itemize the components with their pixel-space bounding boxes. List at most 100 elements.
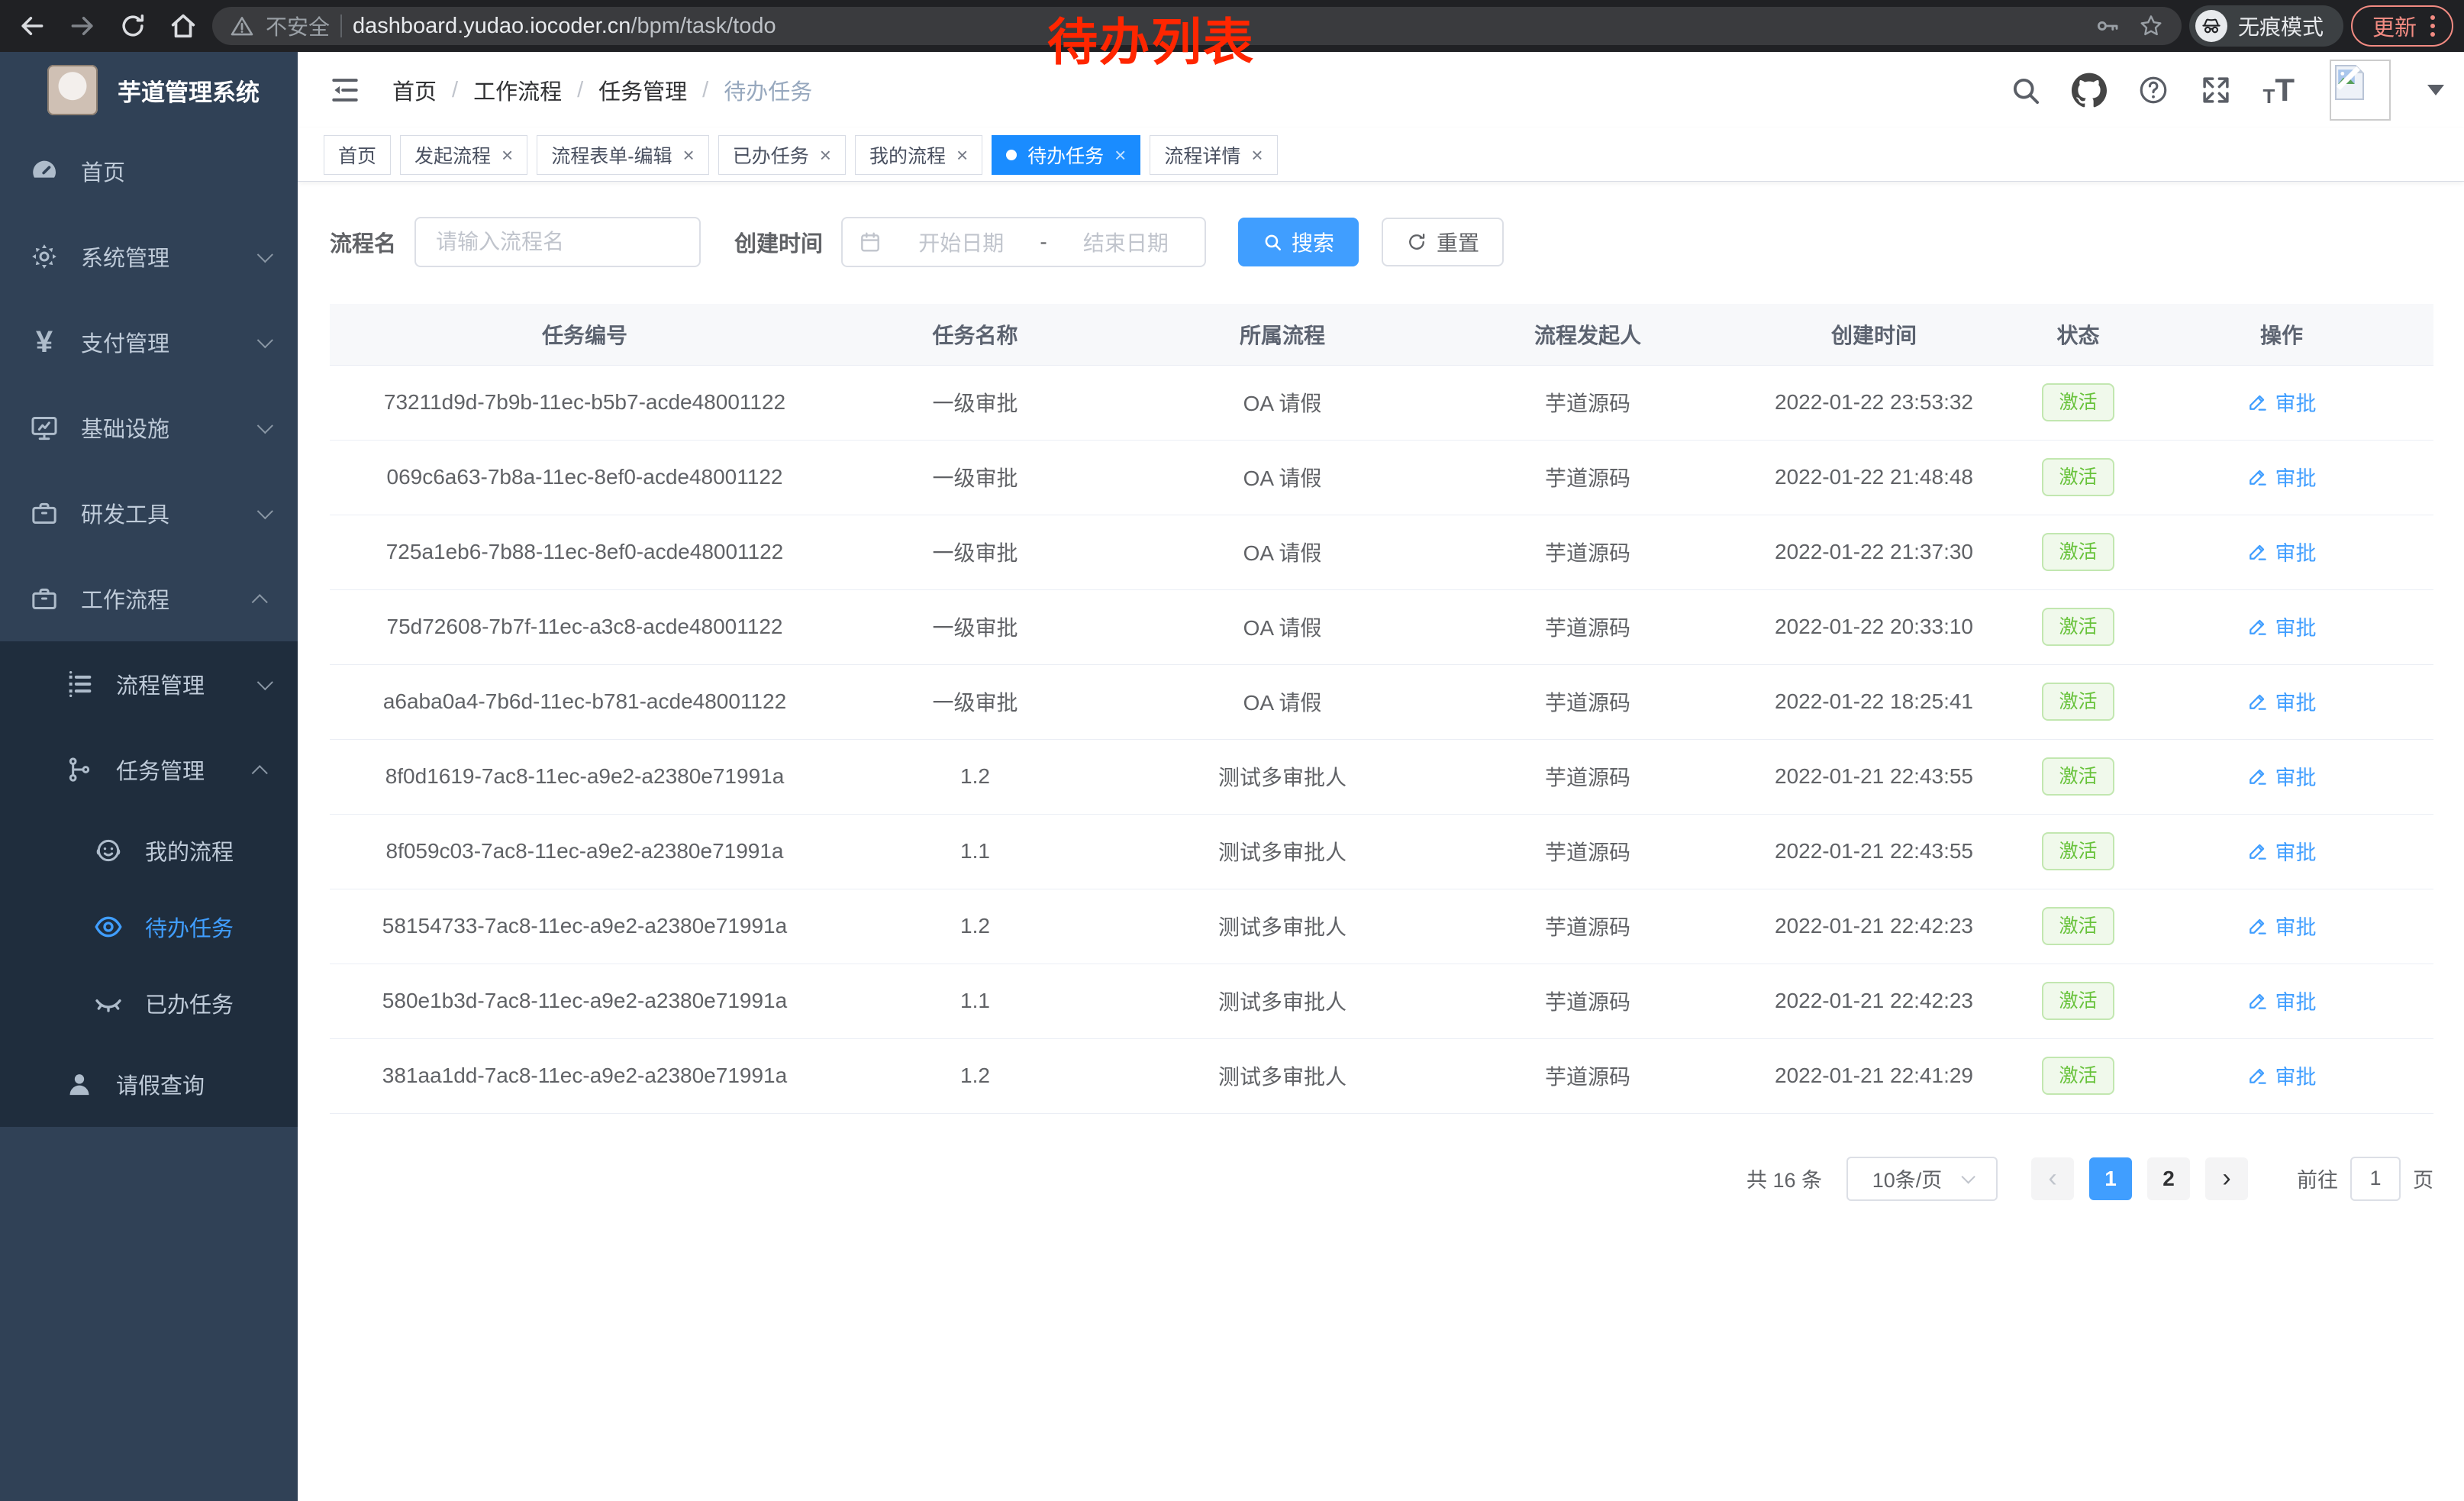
breadcrumb-workflow[interactable]: 工作流程 — [473, 74, 562, 106]
sidebar: 芋道管理系统 首页系统管理¥支付管理基础设施研发工具工作流程流程管理任务管理我的… — [0, 52, 298, 1501]
tab-label: 首页 — [338, 141, 376, 169]
approve-link[interactable]: 审批 — [2247, 462, 2317, 492]
table-row: 381aa1dd-7ac8-11ec-a9e2-a2380e71991a1.2测… — [330, 1038, 2433, 1113]
approve-link[interactable]: 审批 — [2247, 761, 2317, 791]
breadcrumb: 首页 / 工作流程 / 任务管理 / 待办任务 — [392, 74, 812, 106]
cell-create-time: 2022-01-21 22:41:29 — [1721, 1038, 2027, 1113]
eye-closed-icon — [92, 988, 125, 1018]
cell-task-id: 8f0d1619-7ac8-11ec-a9e2-a2380e71991a — [330, 739, 840, 814]
browser-back-icon[interactable] — [11, 5, 53, 47]
key-icon[interactable] — [2095, 13, 2121, 39]
breadcrumb-task-mgmt[interactable]: 任务管理 — [598, 74, 687, 106]
tab-首页[interactable]: 首页 — [324, 135, 391, 175]
sidebar-item-todo-tasks[interactable]: 待办任务 — [0, 889, 298, 965]
sidebar-item-leave-query[interactable]: 请假查询 — [0, 1041, 298, 1127]
sidebar-item-process-mgmt[interactable]: 流程管理 — [0, 641, 298, 727]
avatar[interactable] — [2330, 60, 2391, 121]
fullscreen-icon[interactable] — [2200, 74, 2232, 106]
tab-已办任务[interactable]: 已办任务× — [718, 135, 846, 175]
sidebar-item-task-mgmt[interactable]: 任务管理 — [0, 727, 298, 812]
tab-label: 流程详情 — [1164, 141, 1240, 169]
table-row: 069c6a63-7b8a-11ec-8ef0-acde48001122一级审批… — [330, 440, 2433, 515]
approve-link[interactable]: 审批 — [2247, 1060, 2317, 1090]
sidebar-item-label: 已办任务 — [145, 987, 234, 1019]
approve-link[interactable]: 审批 — [2247, 612, 2317, 641]
screen: 不安全 dashboard.yudao.iocoder.cn/bpm/task/… — [0, 0, 2464, 1501]
edit-pencil-icon — [2247, 915, 2268, 936]
approve-link[interactable]: 审批 — [2247, 537, 2317, 567]
status-badge: 激活 — [2042, 982, 2114, 1020]
app-logo-row[interactable]: 芋道管理系统 — [0, 52, 298, 128]
cell-task-id: a6aba0a4-7b6d-11ec-b781-acde48001122 — [330, 664, 840, 739]
cell-flow: 测试多审批人 — [1111, 964, 1454, 1038]
breadcrumb-home[interactable]: 首页 — [392, 74, 437, 106]
cell-flow: OA 请假 — [1111, 365, 1454, 440]
security-label[interactable]: 不安全 — [266, 11, 330, 41]
page-button-2[interactable]: 2 — [2147, 1157, 2190, 1200]
cell-flow: 测试多审批人 — [1111, 739, 1454, 814]
sidebar-item-infra[interactable]: 基础设施 — [0, 385, 298, 470]
approve-link[interactable]: 审批 — [2247, 686, 2317, 716]
approve-link[interactable]: 审批 — [2247, 986, 2317, 1015]
tab-流程表单-编辑[interactable]: 流程表单-编辑× — [537, 135, 709, 175]
next-page-button[interactable]: › — [2205, 1157, 2248, 1200]
cell-flow: 测试多审批人 — [1111, 889, 1454, 964]
tab-我的流程[interactable]: 我的流程× — [855, 135, 982, 175]
date-range-picker[interactable]: 开始日期 - 结束日期 — [841, 217, 1206, 267]
close-icon[interactable]: × — [956, 145, 968, 165]
main-area: 首页 / 工作流程 / 任务管理 / 待办任务 TT 首页发起流程×流程表单-编… — [298, 52, 2464, 1501]
sidebar-item-label: 流程管理 — [116, 668, 205, 700]
search-icon[interactable] — [2009, 74, 2041, 106]
font-size-icon[interactable]: TT — [2262, 74, 2295, 106]
sidebar-item-devtools[interactable]: 研发工具 — [0, 470, 298, 556]
close-icon[interactable]: × — [683, 145, 695, 165]
browser-forward-icon[interactable] — [61, 5, 104, 47]
sidebar-item-workflow[interactable]: 工作流程 — [0, 556, 298, 641]
edit-pencil-icon — [2247, 616, 2268, 637]
divider — [340, 15, 342, 37]
close-icon[interactable]: × — [502, 145, 513, 165]
help-icon[interactable] — [2137, 74, 2169, 106]
process-name-input[interactable] — [414, 217, 701, 267]
approve-link[interactable]: 审批 — [2247, 911, 2317, 941]
browser-menu-icon[interactable] — [2430, 15, 2440, 37]
tab-流程详情[interactable]: 流程详情 × — [1150, 135, 1277, 175]
incognito-label: 无痕模式 — [2238, 11, 2324, 41]
close-icon[interactable]: × — [1114, 145, 1126, 165]
hamburger-icon[interactable] — [328, 73, 362, 107]
bookmark-star-icon[interactable] — [2137, 12, 2165, 40]
browser-home-icon[interactable] — [162, 5, 205, 47]
sidebar-item-label: 我的流程 — [145, 834, 234, 867]
edit-pencil-icon — [2247, 691, 2268, 712]
sidebar-item-label: 首页 — [81, 155, 125, 187]
approve-link[interactable]: 审批 — [2247, 387, 2317, 417]
github-icon[interactable] — [2072, 73, 2107, 108]
close-icon[interactable]: × — [820, 145, 831, 165]
prev-page-button[interactable]: ‹ — [2031, 1157, 2074, 1200]
search-button[interactable]: 搜索 — [1238, 218, 1359, 266]
sidebar-item-system[interactable]: 系统管理 — [0, 214, 298, 299]
approve-link[interactable]: 审批 — [2247, 836, 2317, 866]
cell-flow: OA 请假 — [1111, 589, 1454, 664]
goto-page-input[interactable] — [2350, 1157, 2401, 1201]
sidebar-item-my-process[interactable]: 我的流程 — [0, 812, 298, 889]
gear-icon — [27, 241, 61, 272]
cell-flow: OA 请假 — [1111, 515, 1454, 589]
reset-button[interactable]: 重置 — [1382, 218, 1504, 266]
calendar-icon — [858, 230, 882, 254]
browser-reload-icon[interactable] — [111, 5, 154, 47]
tree-icon — [63, 754, 96, 785]
tab-待办任务[interactable]: 待办任务× — [992, 135, 1140, 175]
tab-发起流程[interactable]: 发起流程× — [400, 135, 527, 175]
sidebar-item-done-tasks[interactable]: 已办任务 — [0, 965, 298, 1041]
cell-task-name: 一级审批 — [840, 365, 1111, 440]
browser-update-button[interactable]: 更新 — [2351, 5, 2453, 47]
sidebar-item-home[interactable]: 首页 — [0, 128, 298, 214]
chevron-down-icon[interactable] — [2427, 85, 2444, 95]
page-button-1[interactable]: 1 — [2089, 1157, 2132, 1200]
status-badge: 激活 — [2042, 458, 2114, 496]
close-icon[interactable]: × — [1251, 145, 1263, 165]
page-size-select[interactable]: 10条/页 — [1846, 1157, 1998, 1201]
status-badge: 激活 — [2042, 383, 2114, 421]
sidebar-item-payment[interactable]: ¥支付管理 — [0, 299, 298, 385]
